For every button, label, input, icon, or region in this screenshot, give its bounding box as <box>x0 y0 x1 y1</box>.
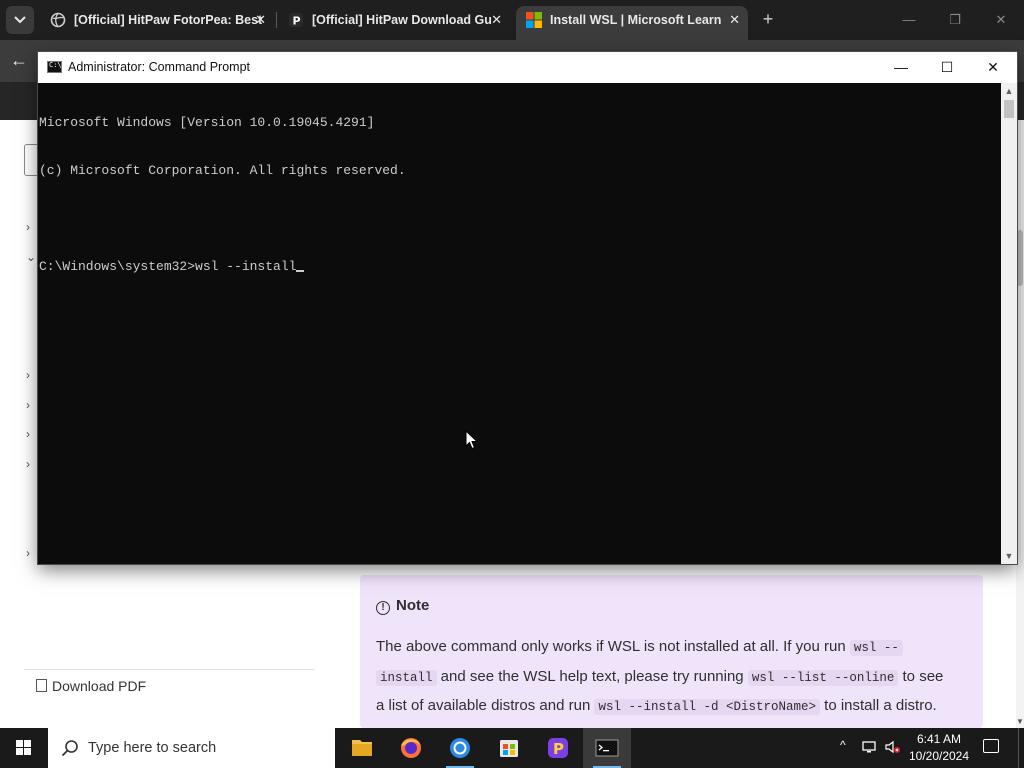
browser-restore-button[interactable]: ❐ <box>932 0 978 40</box>
tab-close-icon[interactable]: ✕ <box>491 6 502 34</box>
file-explorer-button[interactable] <box>338 728 386 768</box>
note-text: to install a distro. <box>820 697 937 714</box>
microsoft-store-button[interactable] <box>485 728 533 768</box>
tab-hitpaw-fotorpea[interactable]: [Official] HitPaw FotorPea: Best ✕ <box>40 6 274 40</box>
chevron-right-icon[interactable]: › <box>26 427 30 441</box>
inline-code: wsl -- <box>849 640 903 656</box>
cmd-maximize-button[interactable]: ☐ <box>924 52 970 83</box>
new-tab-button[interactable]: + <box>758 8 778 32</box>
hitpaw-icon: P <box>289 13 303 28</box>
chevron-right-icon[interactable]: › <box>26 398 30 412</box>
cmd-close-button[interactable]: ✕ <box>970 52 1016 83</box>
hitpaw-icon: P <box>548 738 568 758</box>
tab-title: [Official] HitPaw FotorPea: Best <box>74 13 263 27</box>
inline-code: wsl --install -d <DistroName> <box>594 699 820 715</box>
cmd-scrollbar[interactable]: ▲ ▼ <box>1001 83 1017 564</box>
download-pdf-label: Download PDF <box>52 678 147 694</box>
chevron-down-icon <box>14 16 26 24</box>
note-body: The above command only works if WSL is n… <box>376 633 967 722</box>
console-output[interactable]: Microsoft Windows [Version 10.0.19045.42… <box>38 83 1001 564</box>
start-button[interactable] <box>0 728 48 768</box>
globe-icon <box>50 12 66 28</box>
note-callout: ! Note The above command only works if WS… <box>360 575 983 728</box>
tab-search-button[interactable] <box>6 6 34 34</box>
search-placeholder: Type here to search <box>88 740 217 756</box>
note-heading: ! Note <box>376 597 967 615</box>
tab-close-icon[interactable]: ✕ <box>729 6 740 34</box>
note-text: to see <box>898 667 944 685</box>
tab-title: [Official] HitPaw Download Gu <box>312 13 492 27</box>
tab-separator <box>276 12 277 28</box>
terminal-icon <box>595 739 619 757</box>
clock-time: 6:41 AM <box>916 732 962 746</box>
cmd-scrollbar-thumb[interactable] <box>1004 100 1014 118</box>
console-line: (c) Microsoft Corporation. All rights re… <box>39 163 406 178</box>
cmd-app-icon[interactable] <box>47 61 62 73</box>
cmd-minimize-button[interactable]: — <box>878 52 924 83</box>
tab-close-icon[interactable]: ✕ <box>255 6 266 34</box>
mouse-pointer-icon <box>465 430 479 450</box>
info-icon: ! <box>376 601 390 615</box>
chevron-right-icon[interactable]: › <box>26 368 30 382</box>
document-icon <box>36 679 47 692</box>
chrome-button[interactable] <box>436 728 484 768</box>
show-desktop-button[interactable] <box>1018 728 1024 768</box>
tab-hitpaw-download[interactable]: P [Official] HitPaw Download Gu ✕ <box>278 6 510 40</box>
page-scrollbar[interactable]: ▼ <box>1016 120 1024 728</box>
taskbar-search-box[interactable]: Type here to search <box>48 728 335 768</box>
svg-text:P: P <box>553 740 564 758</box>
store-icon <box>500 740 518 757</box>
network-icon[interactable] <box>862 739 878 755</box>
chrome-icon <box>450 738 470 758</box>
scroll-down-icon[interactable]: ▼ <box>1016 717 1024 726</box>
note-text: a list of available distros and run <box>376 697 595 714</box>
cmd-titlebar[interactable]: Administrator: Command Prompt — ☐ ✕ <box>38 52 1017 83</box>
windows-logo-icon <box>16 740 32 756</box>
hitpaw-app-button[interactable]: P <box>534 728 582 768</box>
chevron-right-icon[interactable]: › <box>26 546 30 560</box>
sidebar-divider <box>24 669 314 670</box>
folder-icon <box>352 740 372 756</box>
browser-close-button[interactable]: ✕ <box>978 0 1024 40</box>
chevron-right-icon[interactable]: › <box>26 457 30 471</box>
show-hidden-icons-button[interactable]: ^ <box>840 738 846 752</box>
back-button[interactable]: ← <box>10 50 28 71</box>
firefox-icon <box>401 738 421 758</box>
taskbar: Type here to search P ^ 6:41 AM 10/20/20… <box>0 728 1024 768</box>
scroll-down-icon[interactable]: ▼ <box>1001 548 1017 564</box>
browser-tab-strip: [Official] HitPaw FotorPea: Best ✕ P [Of… <box>0 0 1024 40</box>
tab-install-wsl[interactable]: Install WSL | Microsoft Learn ✕ <box>516 6 748 40</box>
command-prompt-window[interactable]: Administrator: Command Prompt — ☐ ✕ Micr… <box>38 52 1017 564</box>
scroll-up-icon[interactable]: ▲ <box>1001 83 1017 99</box>
note-heading-label: Note <box>396 597 430 614</box>
page-scrollbar-thumb[interactable] <box>1017 230 1023 286</box>
console-line: Microsoft Windows [Version 10.0.19045.42… <box>39 115 375 130</box>
cmd-window-title: Administrator: Command Prompt <box>68 60 251 74</box>
command-prompt-taskbar-button[interactable] <box>583 728 631 768</box>
taskbar-clock[interactable]: 6:41 AM 10/20/2024 <box>906 731 972 765</box>
microsoft-logo-icon <box>526 12 542 28</box>
inline-code: install <box>376 669 437 686</box>
firefox-button[interactable] <box>387 728 435 768</box>
svg-text:P: P <box>293 15 301 28</box>
back-arrow-icon: ← <box>10 50 28 70</box>
note-text: The above command only works if WSL is n… <box>376 638 850 655</box>
clock-date: 10/20/2024 <box>908 749 970 763</box>
note-text: and see the WSL help text, please try ru… <box>436 667 748 685</box>
download-pdf-link[interactable]: Download PDF <box>36 678 146 694</box>
notification-center-icon[interactable] <box>983 739 999 753</box>
chevron-down-icon[interactable]: ⌄ <box>26 250 36 264</box>
chevron-right-icon[interactable]: › <box>26 220 30 234</box>
console-command: C:\Windows\system32>wsl --install <box>39 259 297 274</box>
search-icon <box>61 740 78 757</box>
volume-muted-icon[interactable] <box>884 739 900 755</box>
tab-title: Install WSL | Microsoft Learn <box>550 13 722 27</box>
inline-code: wsl --list --online <box>747 669 899 686</box>
browser-minimize-button[interactable]: — <box>886 0 932 40</box>
text-cursor <box>296 270 305 272</box>
console-prompt-line[interactable]: C:\Windows\system32>wsl --install <box>39 259 1001 275</box>
